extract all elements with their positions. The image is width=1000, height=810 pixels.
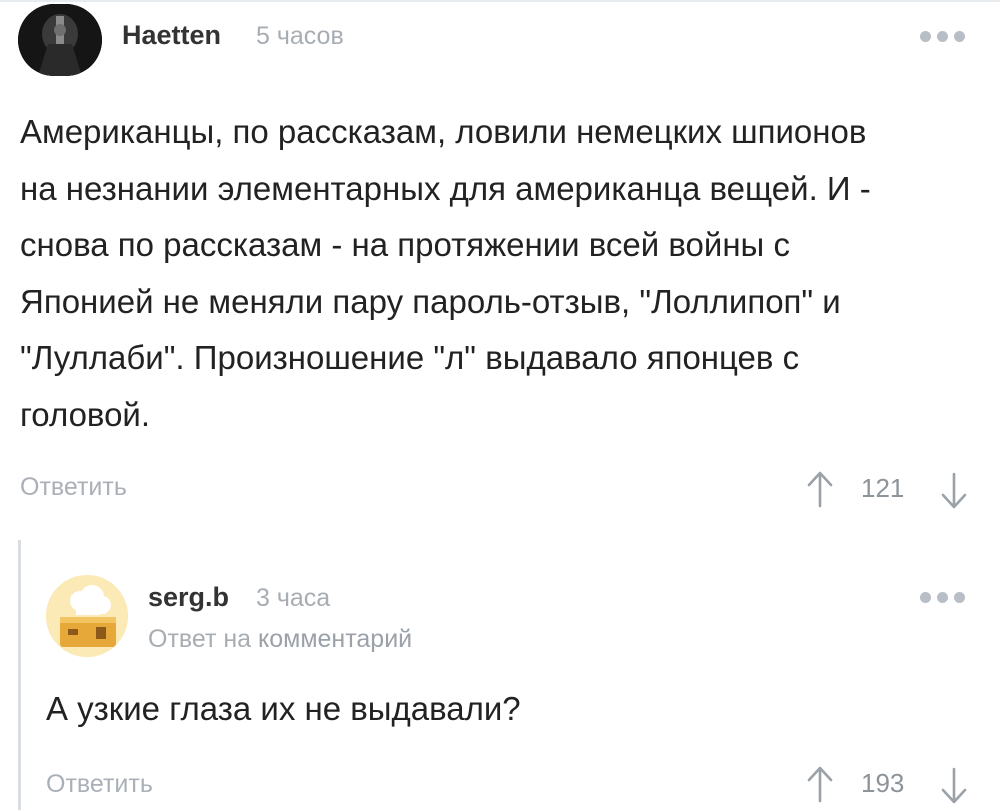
reply-to-prefix: Ответ на — [148, 625, 252, 653]
avatar[interactable] — [18, 4, 102, 76]
rating-count: 193 — [861, 768, 905, 798]
arrow-down-icon[interactable] — [940, 472, 968, 510]
username[interactable]: serg.b — [148, 582, 229, 613]
top-divider — [0, 0, 1000, 2]
avatar[interactable] — [46, 575, 128, 657]
comment-text: А узкие глаза их не выдавали? — [46, 690, 521, 727]
avatar-image — [46, 575, 128, 657]
arrow-down-icon[interactable] — [940, 767, 968, 805]
rating-count: 121 — [861, 473, 905, 503]
timestamp: 5 часов — [256, 22, 344, 50]
reply-to-info: Ответ на комментарий — [148, 625, 412, 654]
more-dots-icon[interactable] — [920, 592, 972, 608]
comment-text: Американцы, по рассказам, ловили немецки… — [20, 113, 871, 433]
arrow-up-icon[interactable] — [806, 470, 834, 508]
reply-button[interactable]: Ответить — [20, 473, 127, 502]
username[interactable]: Haetten — [122, 20, 221, 51]
avatar-image — [18, 4, 102, 76]
reply-to-link[interactable]: комментарий — [258, 625, 412, 653]
arrow-up-icon[interactable] — [806, 765, 834, 803]
reply-button[interactable]: Ответить — [46, 770, 153, 799]
more-dots-icon[interactable] — [920, 31, 972, 47]
thread-line[interactable] — [18, 540, 21, 810]
timestamp: 3 часа — [256, 584, 331, 612]
